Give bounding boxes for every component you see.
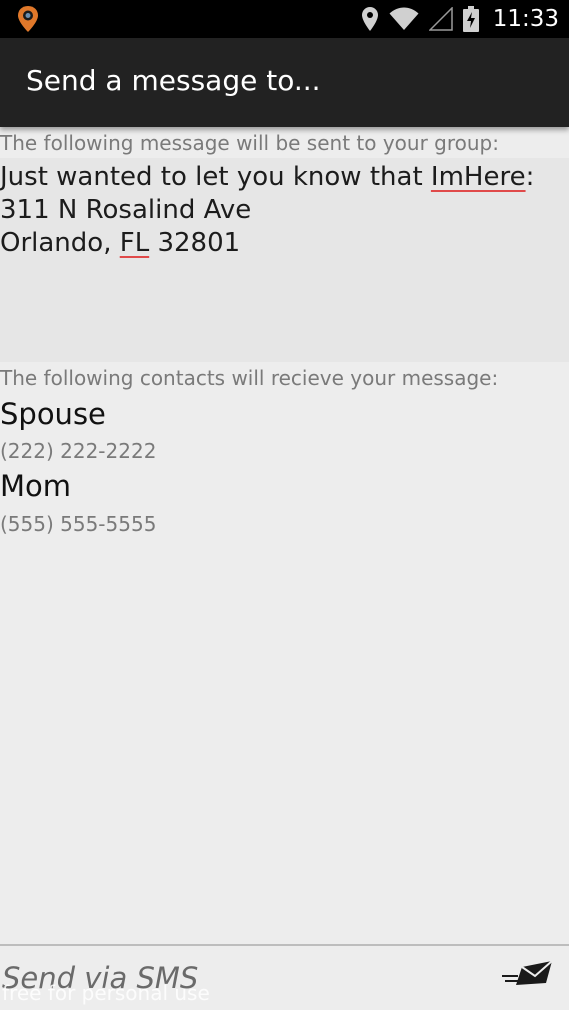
page-title: Send a message to...	[26, 64, 321, 97]
spellcheck-word-fl: FL	[119, 228, 150, 258]
cell-signal-icon	[428, 7, 453, 31]
status-time: 11:33	[492, 6, 559, 32]
contact-phone-spouse: (222) 222-2222	[0, 439, 157, 463]
contact-name-mom[interactable]: Mom	[0, 469, 71, 503]
message-line-3: Orlando, FL 32801	[0, 226, 240, 260]
status-bar: 11:33	[0, 0, 569, 38]
spellcheck-word-imhere: ImHere	[430, 162, 526, 192]
message-label: The following message will be sent to yo…	[0, 131, 499, 155]
status-icons: 11:33	[361, 0, 559, 38]
wifi-icon	[389, 7, 419, 30]
battery-charging-icon	[462, 6, 479, 32]
app-location-icon	[18, 6, 38, 32]
contact-name-spouse[interactable]: Spouse	[0, 397, 106, 431]
contact-phone-mom: (555) 555-5555	[0, 512, 157, 536]
message-line-1: Just wanted to let you know that ImHere:	[0, 160, 534, 194]
message-line-1-suffix: :	[525, 162, 535, 192]
contacts-label: The following contacts will recieve your…	[0, 366, 499, 390]
message-box[interactable]: Just wanted to let you know that ImHere:…	[0, 158, 569, 362]
message-line-2: 311 N Rosalind Ave	[0, 195, 252, 225]
message-line-3-suffix: 32801	[149, 228, 241, 258]
message-line-3-prefix: Orlando,	[0, 228, 120, 258]
location-pin-icon	[361, 7, 378, 31]
action-bar: Send a message to...	[0, 38, 569, 127]
watermark: free for personal use	[2, 981, 210, 1005]
compose-divider	[0, 944, 569, 946]
message-line-1-prefix: Just wanted to let you know that	[0, 162, 431, 192]
send-envelope-icon[interactable]	[500, 955, 556, 995]
